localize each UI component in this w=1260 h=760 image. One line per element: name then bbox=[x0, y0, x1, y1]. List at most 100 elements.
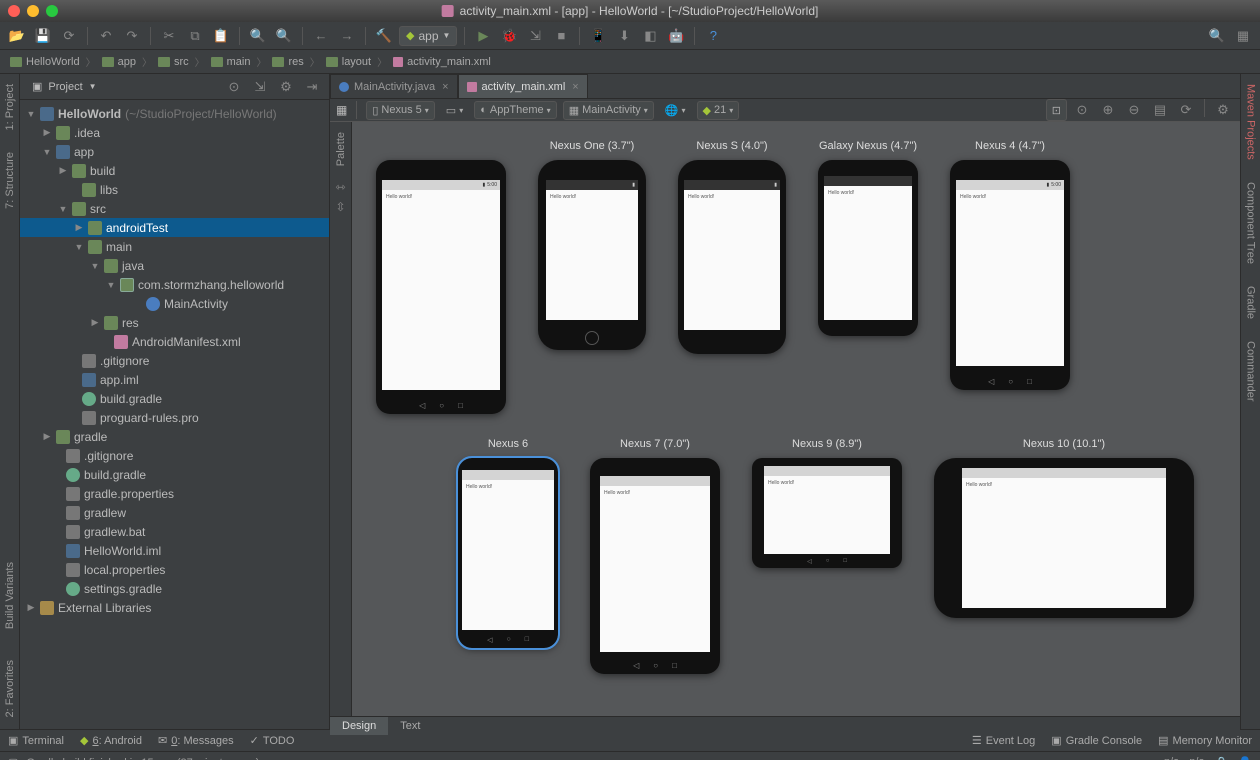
tree-gradlewbat[interactable]: gradlew.bat bbox=[20, 522, 329, 541]
settings-button[interactable]: ⚙ bbox=[1212, 99, 1234, 121]
device-nexus4[interactable]: Nexus 4 (4.7") ▮5:00Hello world!◁○□ bbox=[950, 140, 1070, 390]
paste-icon[interactable]: 📋 bbox=[210, 25, 232, 47]
tree-idea[interactable]: ▶.idea bbox=[20, 123, 329, 142]
tab-mainactivity[interactable]: MainActivity.java× bbox=[330, 74, 458, 98]
tree-gradlew[interactable]: gradlew bbox=[20, 503, 329, 522]
tree-root[interactable]: ▼HelloWorld(~/StudioProject/HelloWorld) bbox=[20, 104, 329, 123]
tree-buildgradle[interactable]: build.gradle bbox=[20, 389, 329, 408]
crumb-project[interactable]: HelloWorld bbox=[6, 55, 84, 69]
tree-appiml[interactable]: app.iml bbox=[20, 370, 329, 389]
hector-icon[interactable]: 👤 bbox=[1238, 756, 1252, 760]
zoom-real-button[interactable]: ⊙ bbox=[1071, 99, 1093, 121]
zoom-fit-button[interactable]: ⊡ bbox=[1046, 99, 1067, 121]
text-mode-tab[interactable]: Text bbox=[388, 717, 432, 735]
scroll-from-source-icon[interactable]: ⊙ bbox=[223, 76, 245, 98]
run-config-selector[interactable]: ◆ app ▼ bbox=[399, 26, 457, 46]
make-icon[interactable]: 🔨 bbox=[373, 25, 395, 47]
tree-hwiml[interactable]: HelloWorld.iml bbox=[20, 541, 329, 560]
replace-icon[interactable]: 🔍 bbox=[273, 25, 295, 47]
undo-icon[interactable]: ↶ bbox=[95, 25, 117, 47]
tree-gitignore2[interactable]: .gitignore bbox=[20, 446, 329, 465]
device-nexus10[interactable]: Nexus 10 (10.1") Hello world! bbox=[934, 438, 1194, 618]
tool-gradle-console[interactable]: ▣Gradle Console bbox=[1051, 734, 1142, 747]
tool-palette[interactable]: Palette bbox=[335, 128, 347, 170]
tree-src[interactable]: ▼src bbox=[20, 199, 329, 218]
tree-proguard[interactable]: proguard-rules.pro bbox=[20, 408, 329, 427]
zoom-in-button[interactable]: ⊕ bbox=[1097, 99, 1119, 121]
tool-maven[interactable]: Maven Projects bbox=[1245, 80, 1257, 164]
open-icon[interactable]: 📂 bbox=[6, 25, 28, 47]
status-toggle-icon[interactable]: ▢ bbox=[8, 756, 18, 760]
tree-mainactivity[interactable]: MainActivity bbox=[20, 294, 329, 313]
tree-gradleprops[interactable]: gradle.properties bbox=[20, 484, 329, 503]
debug-icon[interactable]: 🐞 bbox=[498, 25, 520, 47]
crumb-src[interactable]: src bbox=[154, 55, 193, 69]
tool-component-tree[interactable]: Component Tree bbox=[1245, 178, 1257, 268]
tree-gradle-folder[interactable]: ▶gradle bbox=[20, 427, 329, 446]
sync-icon[interactable]: ⟳ bbox=[58, 25, 80, 47]
attach-icon[interactable]: ⇲ bbox=[524, 25, 546, 47]
tree-main[interactable]: ▼main bbox=[20, 237, 329, 256]
close-icon[interactable]: × bbox=[572, 81, 578, 93]
tool-eventlog[interactable]: ☰Event Log bbox=[972, 734, 1035, 747]
tool-favorites[interactable]: 2: Favorites bbox=[4, 656, 16, 721]
crumb-layout[interactable]: layout bbox=[322, 55, 375, 69]
device-nexus7[interactable]: Nexus 7 (7.0") Hello world!◁○□ bbox=[590, 438, 720, 674]
device-galaxy-nexus[interactable]: Galaxy Nexus (4.7") Hello world! bbox=[818, 140, 918, 336]
avd-icon[interactable]: 📱 bbox=[587, 25, 609, 47]
close-icon[interactable]: × bbox=[442, 81, 448, 93]
tool-terminal[interactable]: ▣Terminal bbox=[8, 734, 64, 747]
activity-selector[interactable]: ▦MainActivity▾ bbox=[563, 101, 654, 120]
minimize-window-button[interactable] bbox=[27, 5, 39, 17]
collapse-icon[interactable]: ⇲ bbox=[249, 76, 271, 98]
zoom-out-button[interactable]: ⊖ bbox=[1123, 99, 1145, 121]
redo-icon[interactable]: ↷ bbox=[121, 25, 143, 47]
tree-gitignore[interactable]: .gitignore bbox=[20, 351, 329, 370]
tree-extlibs[interactable]: ▶External Libraries bbox=[20, 598, 329, 617]
tree-androidtest[interactable]: ▶androidTest bbox=[20, 218, 329, 237]
device-nexus9[interactable]: Nexus 9 (8.9") Hello world!◁○□ bbox=[752, 438, 902, 568]
help-icon[interactable]: ? bbox=[702, 25, 724, 47]
lock-icon[interactable]: 🔒 bbox=[1215, 756, 1229, 760]
theme-selector[interactable]: ◐AppTheme▾ bbox=[474, 101, 556, 119]
crumb-main[interactable]: main bbox=[207, 55, 255, 69]
crumb-file[interactable]: activity_main.xml bbox=[389, 55, 495, 69]
gear-icon[interactable]: ⚙ bbox=[275, 76, 297, 98]
expand-v-icon[interactable]: ⇳ bbox=[335, 200, 345, 214]
crumb-app[interactable]: app bbox=[98, 55, 140, 69]
copy-icon[interactable]: ⧉ bbox=[184, 25, 206, 47]
android-robot-icon[interactable]: 🤖 bbox=[665, 25, 687, 47]
tree-package[interactable]: ▼com.stormzhang.helloworld bbox=[20, 275, 329, 294]
close-window-button[interactable] bbox=[8, 5, 20, 17]
tab-activitymain[interactable]: activity_main.xml× bbox=[458, 74, 588, 98]
capture-button[interactable]: ▤ bbox=[1149, 99, 1171, 121]
tree-app[interactable]: ▼app bbox=[20, 142, 329, 161]
design-mode-tab[interactable]: Design bbox=[330, 717, 388, 735]
forward-icon[interactable]: → bbox=[336, 25, 358, 47]
device-nexus6[interactable]: Nexus 6 Hello world!◁○□ bbox=[458, 438, 558, 648]
api-selector[interactable]: ◆21▾ bbox=[697, 101, 740, 120]
tree-localprops[interactable]: local.properties bbox=[20, 560, 329, 579]
tree-manifest[interactable]: AndroidManifest.xml bbox=[20, 332, 329, 351]
palette-icon[interactable]: ▦ bbox=[336, 103, 347, 117]
device-selector[interactable]: ▯Nexus 5▾ bbox=[366, 101, 434, 120]
device-nexus5[interactable]: ▮5:00Hello world!◁○□ bbox=[376, 140, 506, 414]
run-icon[interactable]: ▶ bbox=[472, 25, 494, 47]
device-nexus-one[interactable]: Nexus One (3.7") ▮Hello world! bbox=[538, 140, 646, 350]
tree-build[interactable]: ▶build bbox=[20, 161, 329, 180]
tool-android[interactable]: ◆66: Android: Android bbox=[80, 734, 142, 747]
project-view-selector[interactable]: ▣ Project ▼ bbox=[26, 79, 103, 94]
locale-button[interactable]: 🌐▾ bbox=[660, 102, 691, 119]
project-tree[interactable]: ▼HelloWorld(~/StudioProject/HelloWorld) … bbox=[20, 100, 329, 729]
maximize-window-button[interactable] bbox=[46, 5, 58, 17]
expand-h-icon[interactable]: ⇿ bbox=[335, 180, 345, 194]
find-icon[interactable]: 🔍 bbox=[247, 25, 269, 47]
tool-messages[interactable]: ✉0: Messages bbox=[158, 734, 234, 747]
design-canvas[interactable]: ▮5:00Hello world!◁○□ Nexus One (3.7") ▮H… bbox=[352, 122, 1240, 716]
tool-todo[interactable]: ✓TODO bbox=[250, 734, 295, 747]
monitor-icon[interactable]: ◧ bbox=[639, 25, 661, 47]
cut-icon[interactable]: ✂ bbox=[158, 25, 180, 47]
tree-java[interactable]: ▼java bbox=[20, 256, 329, 275]
tool-commander[interactable]: Commander bbox=[1245, 337, 1257, 406]
stop-icon[interactable]: ■ bbox=[550, 25, 572, 47]
